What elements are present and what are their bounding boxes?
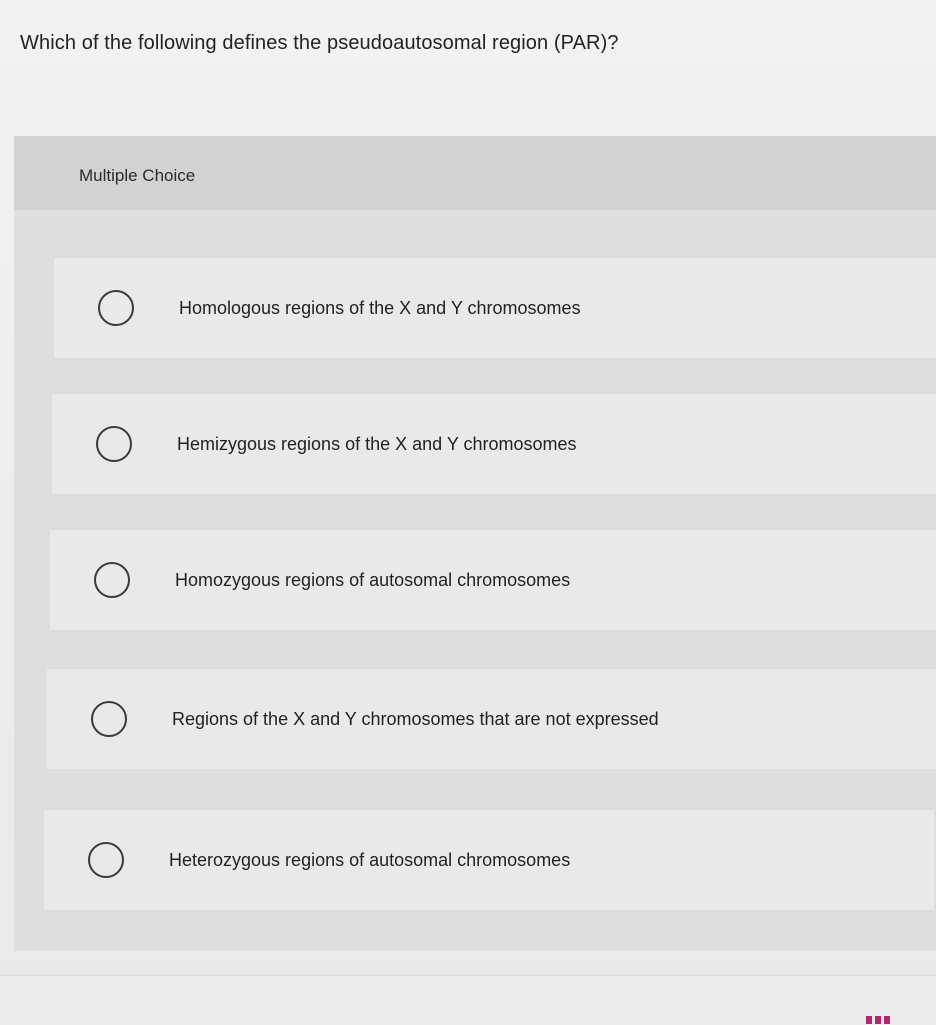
option-4-label: Regions of the X and Y chromosomes that … <box>172 709 659 729</box>
option-4[interactable]: Regions of the X and Y chromosomes that … <box>47 669 936 769</box>
option-5[interactable]: Heterozygous regions of autosomal chromo… <box>44 810 934 910</box>
radio-button-icon[interactable] <box>96 426 132 462</box>
question-text: Which of the following defines the pseud… <box>20 32 619 54</box>
option-2[interactable]: Hemizygous regions of the X and Y chromo… <box>52 394 936 494</box>
option-3-label: Homozygous regions of autosomal chromoso… <box>175 570 571 590</box>
radio-button-icon[interactable] <box>88 842 124 878</box>
option-3[interactable]: Homozygous regions of autosomal chromoso… <box>50 530 936 630</box>
multiple-choice-header: Multiple Choice <box>14 136 936 210</box>
multiple-choice-panel: Multiple Choice Homologous regions of th… <box>14 136 936 951</box>
radio-button-icon[interactable] <box>94 562 130 598</box>
multiple-choice-label: Multiple Choice <box>79 166 196 185</box>
radio-button-icon[interactable] <box>98 290 134 326</box>
footer-accent-icon <box>866 1016 892 1024</box>
radio-button-icon[interactable] <box>91 701 127 737</box>
option-1[interactable]: Homologous regions of the X and Y chromo… <box>54 258 936 358</box>
option-2-label: Hemizygous regions of the X and Y chromo… <box>177 434 577 454</box>
option-1-label: Homologous regions of the X and Y chromo… <box>179 298 581 318</box>
footer-bar <box>0 975 936 1025</box>
option-5-label: Heterozygous regions of autosomal chromo… <box>169 850 571 870</box>
